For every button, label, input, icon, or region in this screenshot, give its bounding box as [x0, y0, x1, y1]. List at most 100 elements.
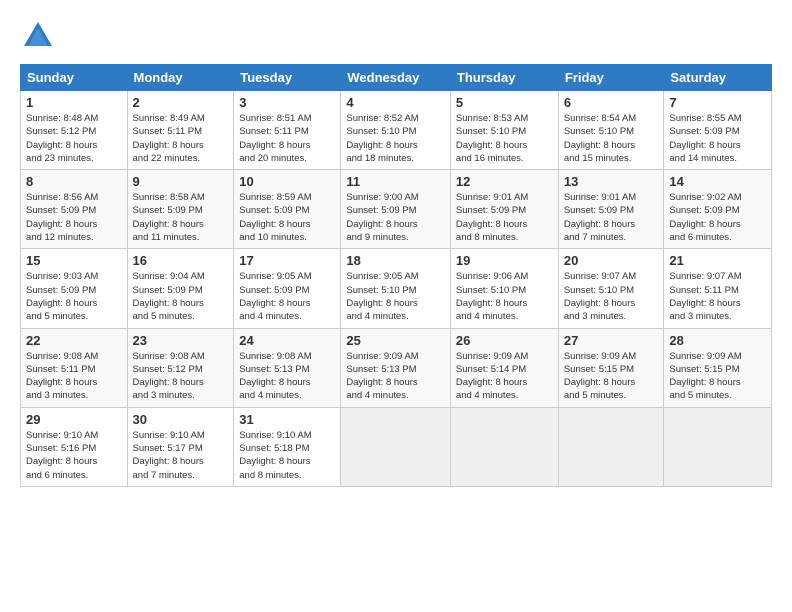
calendar-header-friday: Friday	[558, 65, 664, 91]
calendar-cell: 29 Sunrise: 9:10 AM Sunset: 5:16 PM Dayli…	[21, 407, 128, 486]
day-number: 22	[26, 333, 122, 348]
day-number: 7	[669, 95, 766, 110]
day-info: Sunrise: 8:52 AM Sunset: 5:10 PM Dayligh…	[346, 112, 445, 165]
day-number: 11	[346, 174, 445, 189]
day-number: 29	[26, 412, 122, 427]
day-number: 25	[346, 333, 445, 348]
day-number: 30	[133, 412, 229, 427]
day-number: 20	[564, 253, 659, 268]
page-container: SundayMondayTuesdayWednesdayThursdayFrid…	[0, 0, 792, 497]
calendar-cell: 14 Sunrise: 9:02 AM Sunset: 5:09 PM Dayli…	[664, 170, 772, 249]
calendar-cell: 18Sunrise: 9:05 AM Sunset: 5:10 PM Dayli…	[341, 249, 451, 328]
day-info: Sunrise: 9:02 AM Sunset: 5:09 PM Dayligh…	[669, 191, 766, 244]
calendar-header-monday: Monday	[127, 65, 234, 91]
day-number: 27	[564, 333, 659, 348]
day-info: Sunrise: 9:08 AM Sunset: 5:11 PM Dayligh…	[26, 350, 122, 403]
day-info: Sunrise: 9:07 AM Sunset: 5:10 PM Dayligh…	[564, 270, 659, 323]
day-number: 18	[346, 253, 445, 268]
calendar-cell: 11 Sunrise: 9:00 AM Sunset: 5:09 PM Dayli…	[341, 170, 451, 249]
day-number: 1	[26, 95, 122, 110]
calendar-cell: 25 Sunrise: 9:09 AM Sunset: 5:13 PM Dayli…	[341, 328, 451, 407]
day-info: Sunrise: 8:59 AM Sunset: 5:09 PM Dayligh…	[239, 191, 335, 244]
calendar-week-row: 29 Sunrise: 9:10 AM Sunset: 5:16 PM Dayli…	[21, 407, 772, 486]
day-number: 8	[26, 174, 122, 189]
day-number: 17	[239, 253, 335, 268]
calendar-cell: 2 Sunrise: 8:49 AM Sunset: 5:11 PM Daylig…	[127, 91, 234, 170]
day-info: Sunrise: 9:08 AM Sunset: 5:12 PM Dayligh…	[133, 350, 229, 403]
calendar-cell: 10Sunrise: 8:59 AM Sunset: 5:09 PM Dayli…	[234, 170, 341, 249]
calendar-week-row: 22 Sunrise: 9:08 AM Sunset: 5:11 PM Dayli…	[21, 328, 772, 407]
logo	[20, 18, 62, 54]
day-number: 2	[133, 95, 229, 110]
day-info: Sunrise: 9:01 AM Sunset: 5:09 PM Dayligh…	[456, 191, 553, 244]
day-number: 16	[133, 253, 229, 268]
calendar-cell	[450, 407, 558, 486]
day-info: Sunrise: 9:07 AM Sunset: 5:11 PM Dayligh…	[669, 270, 766, 323]
day-number: 6	[564, 95, 659, 110]
calendar-cell: 27 Sunrise: 9:09 AM Sunset: 5:15 PM Dayli…	[558, 328, 664, 407]
day-info: Sunrise: 9:09 AM Sunset: 5:15 PM Dayligh…	[669, 350, 766, 403]
day-number: 19	[456, 253, 553, 268]
day-number: 12	[456, 174, 553, 189]
day-info: Sunrise: 9:10 AM Sunset: 5:18 PM Dayligh…	[239, 429, 335, 482]
day-number: 28	[669, 333, 766, 348]
calendar-cell: 3Sunrise: 8:51 AM Sunset: 5:11 PM Daylig…	[234, 91, 341, 170]
calendar-cell	[664, 407, 772, 486]
calendar-cell: 13Sunrise: 9:01 AM Sunset: 5:09 PM Dayli…	[558, 170, 664, 249]
calendar-table: SundayMondayTuesdayWednesdayThursdayFrid…	[20, 64, 772, 487]
day-info: Sunrise: 9:00 AM Sunset: 5:09 PM Dayligh…	[346, 191, 445, 244]
day-number: 9	[133, 174, 229, 189]
calendar-cell: 21 Sunrise: 9:07 AM Sunset: 5:11 PM Dayli…	[664, 249, 772, 328]
day-number: 21	[669, 253, 766, 268]
day-number: 15	[26, 253, 122, 268]
calendar-cell: 6 Sunrise: 8:54 AM Sunset: 5:10 PM Daylig…	[558, 91, 664, 170]
calendar-cell: 30 Sunrise: 9:10 AM Sunset: 5:17 PM Dayli…	[127, 407, 234, 486]
day-info: Sunrise: 8:56 AM Sunset: 5:09 PM Dayligh…	[26, 191, 122, 244]
calendar-cell: 9 Sunrise: 8:58 AM Sunset: 5:09 PM Daylig…	[127, 170, 234, 249]
calendar-cell: 20 Sunrise: 9:07 AM Sunset: 5:10 PM Dayli…	[558, 249, 664, 328]
calendar-cell	[341, 407, 451, 486]
calendar-cell: 15Sunrise: 9:03 AM Sunset: 5:09 PM Dayli…	[21, 249, 128, 328]
day-number: 24	[239, 333, 335, 348]
calendar-cell: 8 Sunrise: 8:56 AM Sunset: 5:09 PM Daylig…	[21, 170, 128, 249]
day-info: Sunrise: 9:10 AM Sunset: 5:16 PM Dayligh…	[26, 429, 122, 482]
calendar-header-row: SundayMondayTuesdayWednesdayThursdayFrid…	[21, 65, 772, 91]
day-info: Sunrise: 8:54 AM Sunset: 5:10 PM Dayligh…	[564, 112, 659, 165]
calendar-week-row: 15Sunrise: 9:03 AM Sunset: 5:09 PM Dayli…	[21, 249, 772, 328]
day-info: Sunrise: 9:09 AM Sunset: 5:13 PM Dayligh…	[346, 350, 445, 403]
day-info: Sunrise: 8:53 AM Sunset: 5:10 PM Dayligh…	[456, 112, 553, 165]
day-info: Sunrise: 8:58 AM Sunset: 5:09 PM Dayligh…	[133, 191, 229, 244]
day-info: Sunrise: 9:08 AM Sunset: 5:13 PM Dayligh…	[239, 350, 335, 403]
day-number: 14	[669, 174, 766, 189]
day-info: Sunrise: 9:05 AM Sunset: 5:09 PM Dayligh…	[239, 270, 335, 323]
calendar-cell: 1 Sunrise: 8:48 AM Sunset: 5:12 PM Daylig…	[21, 91, 128, 170]
calendar-cell: 4 Sunrise: 8:52 AM Sunset: 5:10 PM Daylig…	[341, 91, 451, 170]
day-info: Sunrise: 8:48 AM Sunset: 5:12 PM Dayligh…	[26, 112, 122, 165]
calendar-cell: 19Sunrise: 9:06 AM Sunset: 5:10 PM Dayli…	[450, 249, 558, 328]
calendar-week-row: 1 Sunrise: 8:48 AM Sunset: 5:12 PM Daylig…	[21, 91, 772, 170]
logo-icon	[20, 18, 56, 54]
calendar-cell: 12 Sunrise: 9:01 AM Sunset: 5:09 PM Dayli…	[450, 170, 558, 249]
day-info: Sunrise: 8:51 AM Sunset: 5:11 PM Dayligh…	[239, 112, 335, 165]
calendar-cell: 7 Sunrise: 8:55 AM Sunset: 5:09 PM Daylig…	[664, 91, 772, 170]
day-info: Sunrise: 9:10 AM Sunset: 5:17 PM Dayligh…	[133, 429, 229, 482]
calendar-header-sunday: Sunday	[21, 65, 128, 91]
day-info: Sunrise: 9:09 AM Sunset: 5:15 PM Dayligh…	[564, 350, 659, 403]
day-number: 4	[346, 95, 445, 110]
day-info: Sunrise: 9:09 AM Sunset: 5:14 PM Dayligh…	[456, 350, 553, 403]
calendar-cell: 24 Sunrise: 9:08 AM Sunset: 5:13 PM Dayli…	[234, 328, 341, 407]
day-info: Sunrise: 8:55 AM Sunset: 5:09 PM Dayligh…	[669, 112, 766, 165]
day-number: 26	[456, 333, 553, 348]
calendar-cell: 23Sunrise: 9:08 AM Sunset: 5:12 PM Dayli…	[127, 328, 234, 407]
day-number: 31	[239, 412, 335, 427]
calendar-cell: 5Sunrise: 8:53 AM Sunset: 5:10 PM Daylig…	[450, 91, 558, 170]
calendar-cell	[558, 407, 664, 486]
calendar-cell: 31 Sunrise: 9:10 AM Sunset: 5:18 PM Dayli…	[234, 407, 341, 486]
calendar-cell: 17 Sunrise: 9:05 AM Sunset: 5:09 PM Dayli…	[234, 249, 341, 328]
day-number: 13	[564, 174, 659, 189]
calendar-cell: 16 Sunrise: 9:04 AM Sunset: 5:09 PM Dayli…	[127, 249, 234, 328]
calendar-header-tuesday: Tuesday	[234, 65, 341, 91]
day-info: Sunrise: 8:49 AM Sunset: 5:11 PM Dayligh…	[133, 112, 229, 165]
calendar-cell: 22 Sunrise: 9:08 AM Sunset: 5:11 PM Dayli…	[21, 328, 128, 407]
day-info: Sunrise: 9:04 AM Sunset: 5:09 PM Dayligh…	[133, 270, 229, 323]
